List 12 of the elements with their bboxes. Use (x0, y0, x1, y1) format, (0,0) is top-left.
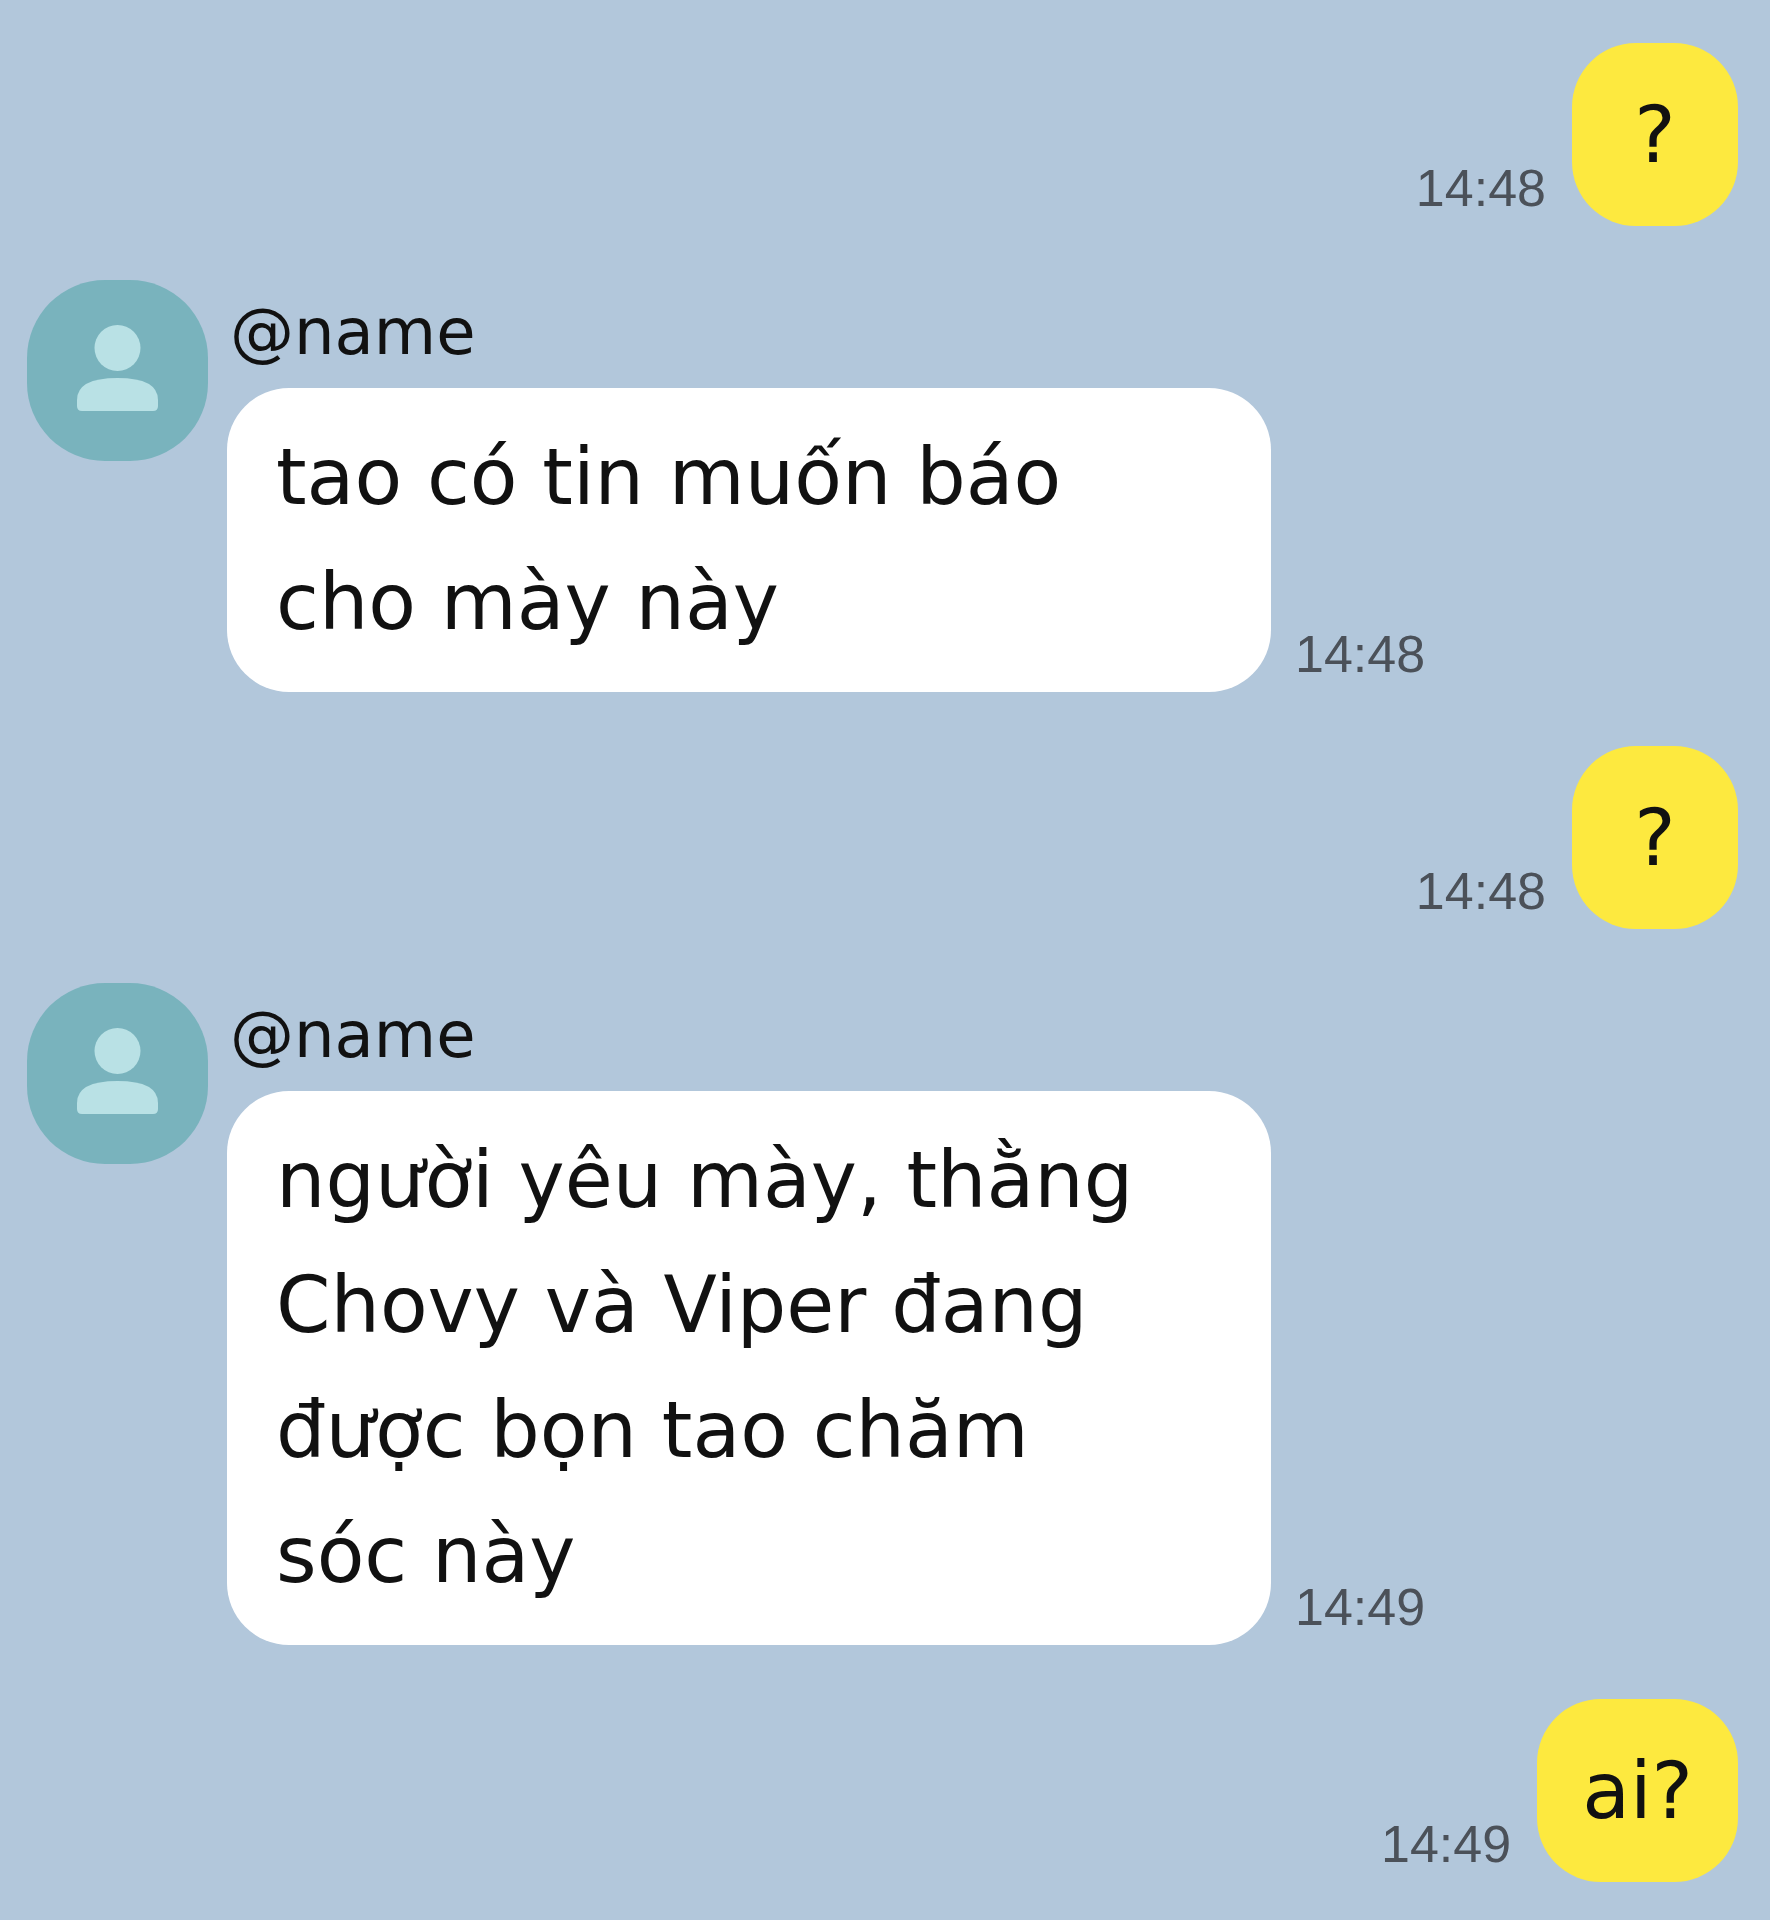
message-time: 14:49 (1295, 1581, 1426, 1633)
message-time: 14:49 (1381, 1818, 1512, 1870)
sent-message-bubble: ? (1572, 43, 1738, 226)
received-message-bubble: tao có tin muốn báo cho mày này (227, 388, 1271, 692)
sender-name: @name (230, 997, 477, 1074)
sender-name: @name (230, 294, 477, 371)
sent-message-bubble: ? (1572, 746, 1738, 929)
message-time: 14:48 (1415, 162, 1546, 214)
message-time: 14:48 (1415, 865, 1546, 917)
sent-message-bubble: ai? (1537, 1699, 1738, 1882)
message-time: 14:48 (1295, 628, 1426, 680)
received-message-bubble: người yêu mày, thằng Chovy và Viper đang được bọn tao chăm sóc này (227, 1091, 1271, 1645)
